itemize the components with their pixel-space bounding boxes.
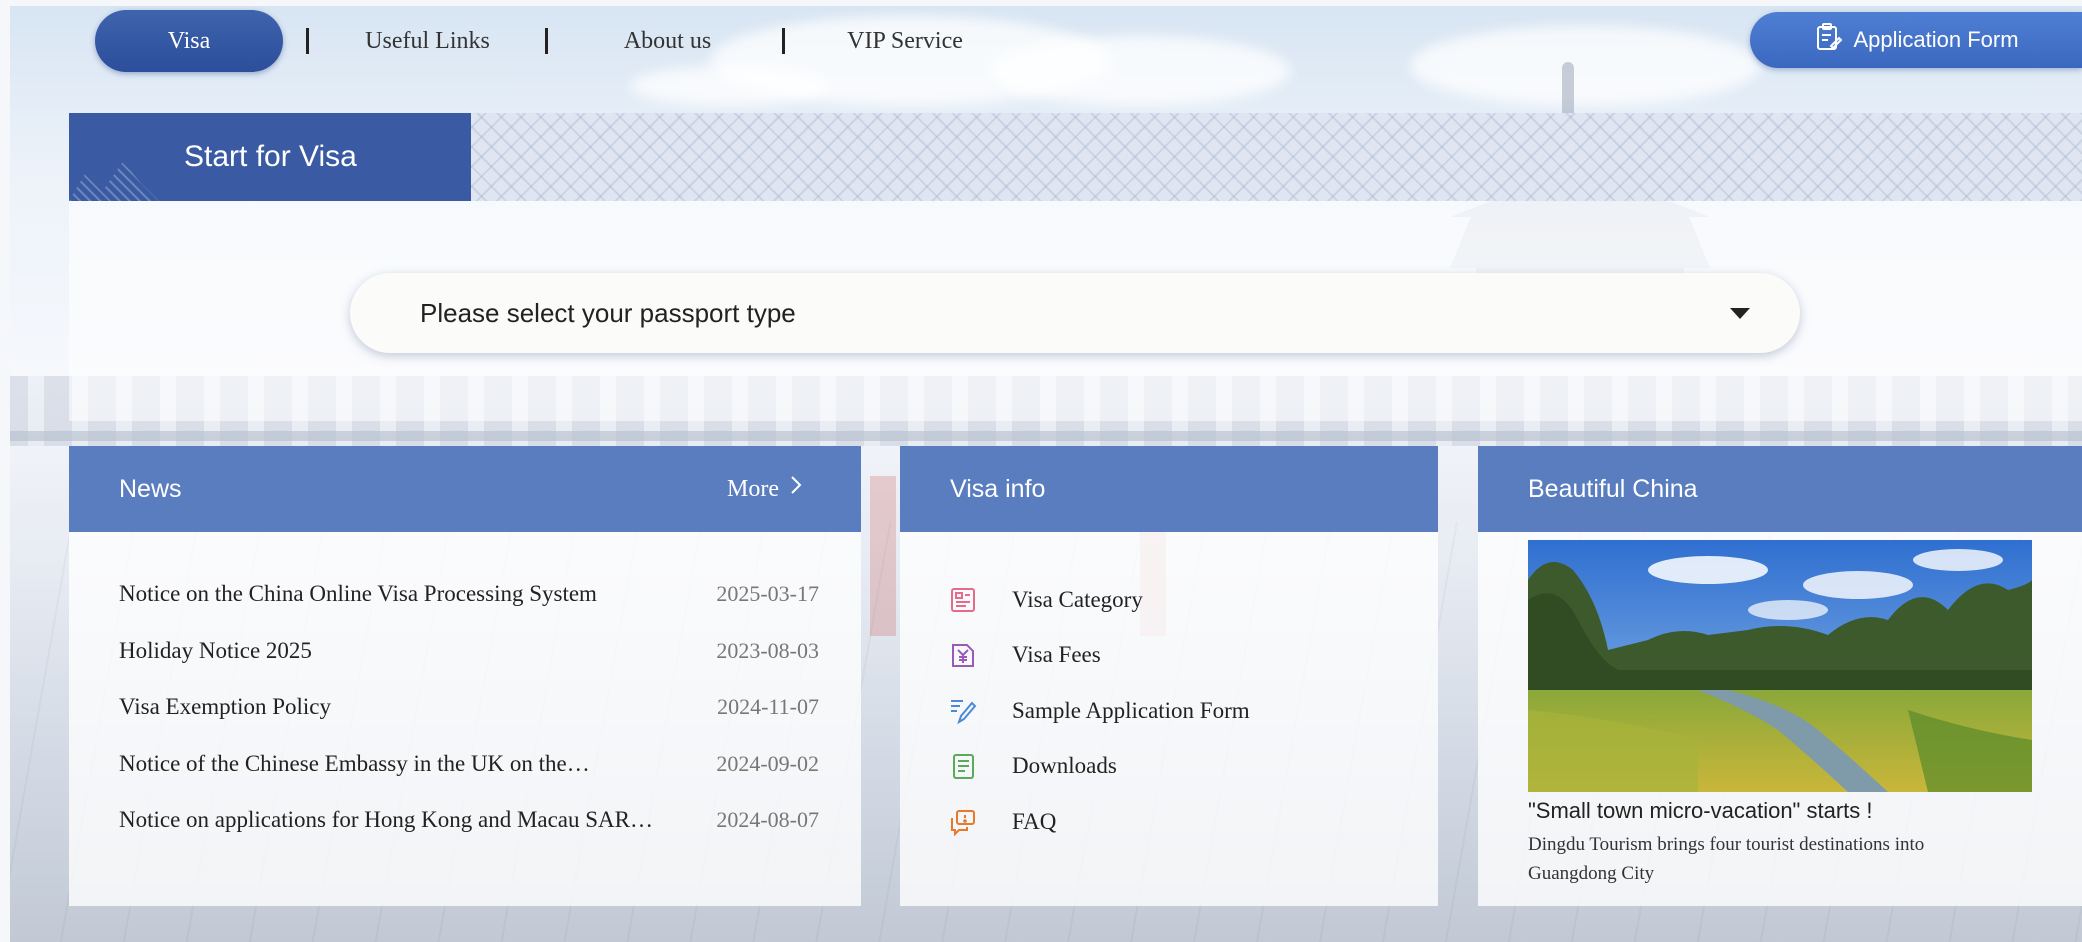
- visa-info-item-visa-fees[interactable]: Visa Fees: [948, 628, 1250, 684]
- application-form-button[interactable]: Application Form: [1750, 12, 2082, 68]
- pen-edit-icon: [948, 696, 978, 726]
- visa-info-label: Visa Fees: [1012, 642, 1101, 668]
- nav-tab-about-us[interactable]: About us: [600, 10, 735, 72]
- visa-info-label: Sample Application Form: [1012, 697, 1250, 723]
- nav-tab-vip-service[interactable]: VIP Service: [830, 10, 980, 72]
- news-item-date: 2023-08-03: [716, 637, 819, 663]
- visa-info-title: Visa info: [950, 475, 1046, 503]
- landscape-photo[interactable]: [1528, 540, 2032, 792]
- news-item-date: 2024-09-02: [716, 750, 819, 776]
- news-item[interactable]: Notice on applications for Hong Kong and…: [119, 792, 819, 849]
- yuan-icon: [948, 640, 978, 670]
- beautiful-china-card: Beautiful China "Small town micro-vacati…: [1478, 446, 2082, 906]
- document-icon: [948, 751, 978, 781]
- top-nav: Visa Useful Links About us VIP Service A…: [0, 0, 2082, 80]
- start-for-visa-title: Start for Visa: [184, 140, 357, 173]
- visa-info-item-faq[interactable]: FAQ: [948, 794, 1250, 850]
- beautiful-china-title: Beautiful China: [1528, 475, 1698, 503]
- visa-category-icon: [948, 585, 978, 615]
- passport-type-select[interactable]: Please select your passport type: [350, 273, 1800, 353]
- visa-info-label: Visa Category: [1012, 586, 1143, 612]
- nav-tab-useful-links[interactable]: Useful Links: [340, 10, 515, 72]
- application-form-label: Application Form: [1853, 27, 2019, 52]
- nav-divider: [782, 28, 785, 54]
- news-more-link[interactable]: More: [727, 446, 803, 532]
- news-item-title[interactable]: Notice of the Chinese Embassy in the UK …: [119, 751, 590, 777]
- visa-info-item-downloads[interactable]: Downloads: [948, 739, 1250, 795]
- visa-info-card: Visa info Visa Category Visa Fees Sample…: [900, 446, 1438, 906]
- news-item[interactable]: Visa Exemption Policy 2024-11-07: [119, 679, 819, 736]
- news-card: News More Notice on the China Online Vis…: [69, 446, 861, 906]
- news-item[interactable]: Notice on the China Online Visa Processi…: [119, 566, 819, 623]
- nav-divider: [306, 28, 309, 54]
- visa-info-label: Downloads: [1012, 753, 1117, 779]
- news-item[interactable]: Holiday Notice 2025 2023-08-03: [119, 623, 819, 680]
- passport-type-placeholder: Please select your passport type: [420, 298, 796, 328]
- start-for-visa-header: Start for Visa: [69, 113, 471, 201]
- news-item-date: 2024-08-07: [716, 807, 819, 833]
- start-for-visa-panel: Start for Visa Please select your passpo…: [69, 113, 2082, 421]
- news-title: News: [119, 475, 182, 503]
- visa-info-label: FAQ: [1012, 808, 1057, 834]
- beautiful-china-description: Dingdu Tourism brings four tourist desti…: [1528, 834, 1925, 884]
- news-header: News More: [69, 446, 861, 532]
- caret-down-icon: [1730, 308, 1750, 319]
- visa-info-list: Visa Category Visa Fees Sample Applicati…: [948, 572, 1250, 850]
- beautiful-china-headline[interactable]: "Small town micro-vacation" starts !: [1528, 798, 1873, 824]
- news-item-title[interactable]: Visa Exemption Policy: [119, 694, 331, 720]
- news-list: Notice on the China Online Visa Processi…: [119, 566, 819, 849]
- visa-info-item-visa-category[interactable]: Visa Category: [948, 572, 1250, 628]
- news-item[interactable]: Notice of the Chinese Embassy in the UK …: [119, 736, 819, 793]
- chevron-right-icon: [789, 446, 803, 532]
- visa-info-header: Visa info: [900, 446, 1438, 532]
- beautiful-china-header: Beautiful China: [1478, 446, 2082, 532]
- chat-bubbles-icon: [948, 807, 978, 837]
- news-item-date: 2024-11-07: [717, 694, 819, 720]
- news-item-title[interactable]: Notice on the China Online Visa Processi…: [119, 581, 597, 607]
- news-more-label: More: [727, 476, 779, 502]
- clipboard-edit-icon: [1813, 22, 1843, 58]
- nav-divider: [545, 28, 548, 54]
- news-item-title[interactable]: Notice on applications for Hong Kong and…: [119, 807, 653, 833]
- visa-info-item-sample-form[interactable]: Sample Application Form: [948, 683, 1250, 739]
- news-item-title[interactable]: Holiday Notice 2025: [119, 638, 312, 664]
- news-item-date: 2025-03-17: [716, 581, 819, 607]
- nav-tab-visa[interactable]: Visa: [95, 10, 283, 72]
- mountain-decoration-icon: [69, 161, 159, 201]
